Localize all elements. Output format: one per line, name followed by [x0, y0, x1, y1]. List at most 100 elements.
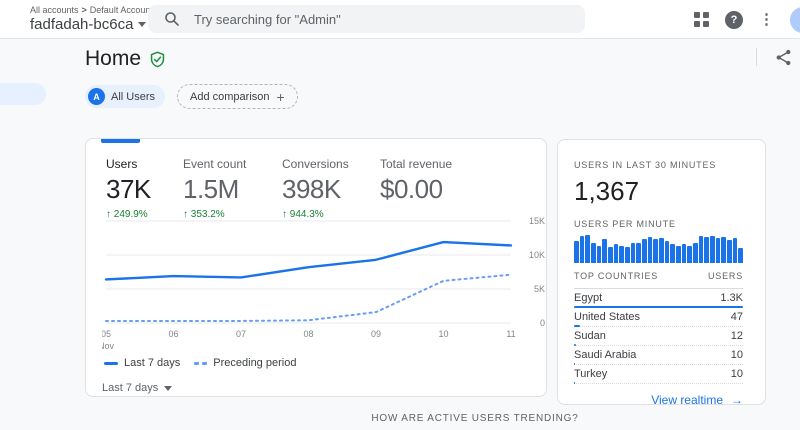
country-bar: [574, 382, 576, 384]
country-users-value: 10: [730, 349, 743, 361]
users-per-minute-bar: [636, 242, 642, 263]
page-title: Home: [85, 47, 142, 70]
metric-value: 398K: [282, 174, 341, 204]
shield-check-icon: [150, 51, 165, 67]
all-users-chip-label: All Users: [111, 90, 156, 103]
breadcrumb-all-accounts[interactable]: All accounts: [30, 5, 79, 15]
x-axis-label: 09: [371, 329, 381, 339]
country-rows: Egypt 1.3K United States 47 Sudan 12 Saudi Ara…: [574, 289, 743, 384]
metric-users[interactable]: Users 37K ↑ 249.9%: [106, 157, 183, 221]
solid-line-swatch: [104, 361, 118, 365]
realtime-card: USERS IN LAST 30 MINUTES 1,367 USERS PER…: [557, 139, 766, 407]
users-per-minute-bar: [647, 237, 653, 263]
overview-card: Users 37K ↑ 249.9% Event count 1.5M ↑ 35…: [85, 138, 547, 397]
users-trend-chart: 0 5K 10K 15K 05 06 07 08 09 10 11 Nov: [102, 216, 545, 351]
users-per-minute-bar: [642, 239, 647, 263]
apps-grid-icon[interactable]: [694, 12, 709, 27]
users-per-minute-chart: [574, 235, 744, 263]
users-per-minute-bar: [659, 238, 664, 263]
users-per-minute-bar: [721, 237, 727, 263]
users-per-minute-bar: [574, 241, 579, 263]
metric-value: 37K: [106, 174, 151, 204]
users-per-minute-bar: [579, 236, 585, 263]
metric-label: Event count: [183, 157, 247, 171]
country-users-value: 12: [730, 330, 743, 342]
metric-label: Conversions: [282, 157, 349, 171]
search-bar[interactable]: [148, 5, 585, 33]
legend-preceding-period: Preceding period: [194, 357, 296, 369]
avatar[interactable]: [790, 6, 800, 33]
users-per-minute-bar: [585, 235, 591, 263]
top-countries-table: TOP COUNTRIES USERS Egypt 1.3K United Stat…: [574, 271, 743, 384]
chart-legend: Last 7 days Preceding period: [104, 357, 296, 369]
x-axis-label: 06: [168, 329, 178, 339]
users-per-minute-bar: [727, 240, 732, 263]
country-users-value: 47: [730, 311, 743, 323]
property-selector[interactable]: fadfadah-bc6ca: [30, 16, 147, 33]
x-axis-month-label: Nov: [102, 341, 114, 351]
users-per-minute-bar: [596, 245, 602, 263]
country-name: Egypt: [574, 292, 603, 304]
add-comparison-label: Add comparison: [190, 90, 270, 103]
metric-label: Total revenue: [380, 157, 453, 171]
top-bar: All accounts > Default Account for Fire...…: [0, 0, 800, 39]
card-tab-indicator: [101, 139, 140, 143]
metric-total-revenue[interactable]: Total revenue $0.00: [380, 157, 500, 221]
users-per-minute-bar: [676, 245, 681, 263]
date-range-selector[interactable]: Last 7 days: [102, 382, 173, 394]
countries-column-header: TOP COUNTRIES: [574, 271, 659, 281]
x-axis-label: 11: [506, 329, 515, 339]
users-per-minute-bar: [591, 242, 596, 263]
users-per-minute-bar: [664, 241, 670, 263]
country-users-value: 10: [730, 368, 743, 380]
divider: [756, 48, 757, 66]
metrics-row: Users 37K ↑ 249.9% Event count 1.5M ↑ 35…: [106, 157, 500, 221]
legend-label: Last 7 days: [124, 357, 181, 369]
metric-conversions[interactable]: Conversions 398K ↑ 944.3%: [282, 157, 380, 221]
country-name: Turkey: [574, 368, 608, 380]
users-per-minute-bar: [613, 243, 619, 263]
users-per-minute-bar: [704, 237, 710, 263]
search-icon: [165, 12, 179, 26]
realtime-title: USERS IN LAST 30 MINUTES: [574, 160, 717, 170]
users-per-minute-bar: [732, 238, 738, 263]
users-per-minute-bar: [698, 236, 704, 263]
users-per-minute-bar: [619, 245, 625, 263]
y-axis-label: 5K: [534, 284, 545, 294]
plus-icon: +: [276, 88, 285, 105]
x-axis-label: 10: [438, 329, 448, 339]
metric-value: 1.5M: [183, 174, 239, 204]
all-users-chip-avatar: A: [88, 88, 105, 105]
users-per-minute-bar: [715, 238, 721, 263]
metric-event-count[interactable]: Event count 1.5M ↑ 353.2%: [183, 157, 282, 221]
country-row: Saudi Arabia 10: [574, 346, 743, 365]
users-per-minute-label: USERS PER MINUTE: [574, 219, 676, 229]
legend-label: Preceding period: [213, 357, 297, 369]
more-vert-icon[interactable]: ⋮: [759, 12, 774, 27]
add-comparison-button[interactable]: Add comparison +: [177, 84, 298, 109]
y-axis-label: 10K: [529, 250, 545, 260]
x-axis-label: 07: [236, 329, 246, 339]
country-row: Sudan 12: [574, 327, 743, 346]
users-per-minute-bar: [687, 245, 693, 263]
share-icon[interactable]: [775, 49, 792, 66]
analytics-home-screen: All accounts > Default Account for Fire...…: [0, 0, 800, 430]
all-users-chip[interactable]: A All Users: [85, 85, 166, 108]
users-per-minute-bar: [681, 243, 687, 263]
y-axis-label: 15K: [529, 216, 545, 226]
help-icon[interactable]: ?: [725, 10, 743, 29]
users-per-minute-bar: [653, 239, 659, 263]
view-realtime-label: View realtime: [651, 393, 723, 407]
search-input[interactable]: [194, 11, 534, 27]
property-name: fadfadah-bc6ca: [30, 16, 134, 33]
legend-last-7-days: Last 7 days: [104, 357, 180, 369]
view-realtime-link[interactable]: View realtime →: [574, 393, 743, 407]
users-per-minute-bar: [670, 243, 676, 263]
topbar-icons: ? ⋮: [694, 0, 800, 39]
nav-home-pill[interactable]: [0, 83, 46, 105]
x-axis-label: 05: [102, 329, 111, 339]
country-row: Turkey 10: [574, 365, 743, 384]
realtime-users-count: 1,367: [574, 176, 640, 206]
users-per-minute-bar: [693, 242, 698, 263]
users-per-minute-bar: [608, 246, 613, 263]
